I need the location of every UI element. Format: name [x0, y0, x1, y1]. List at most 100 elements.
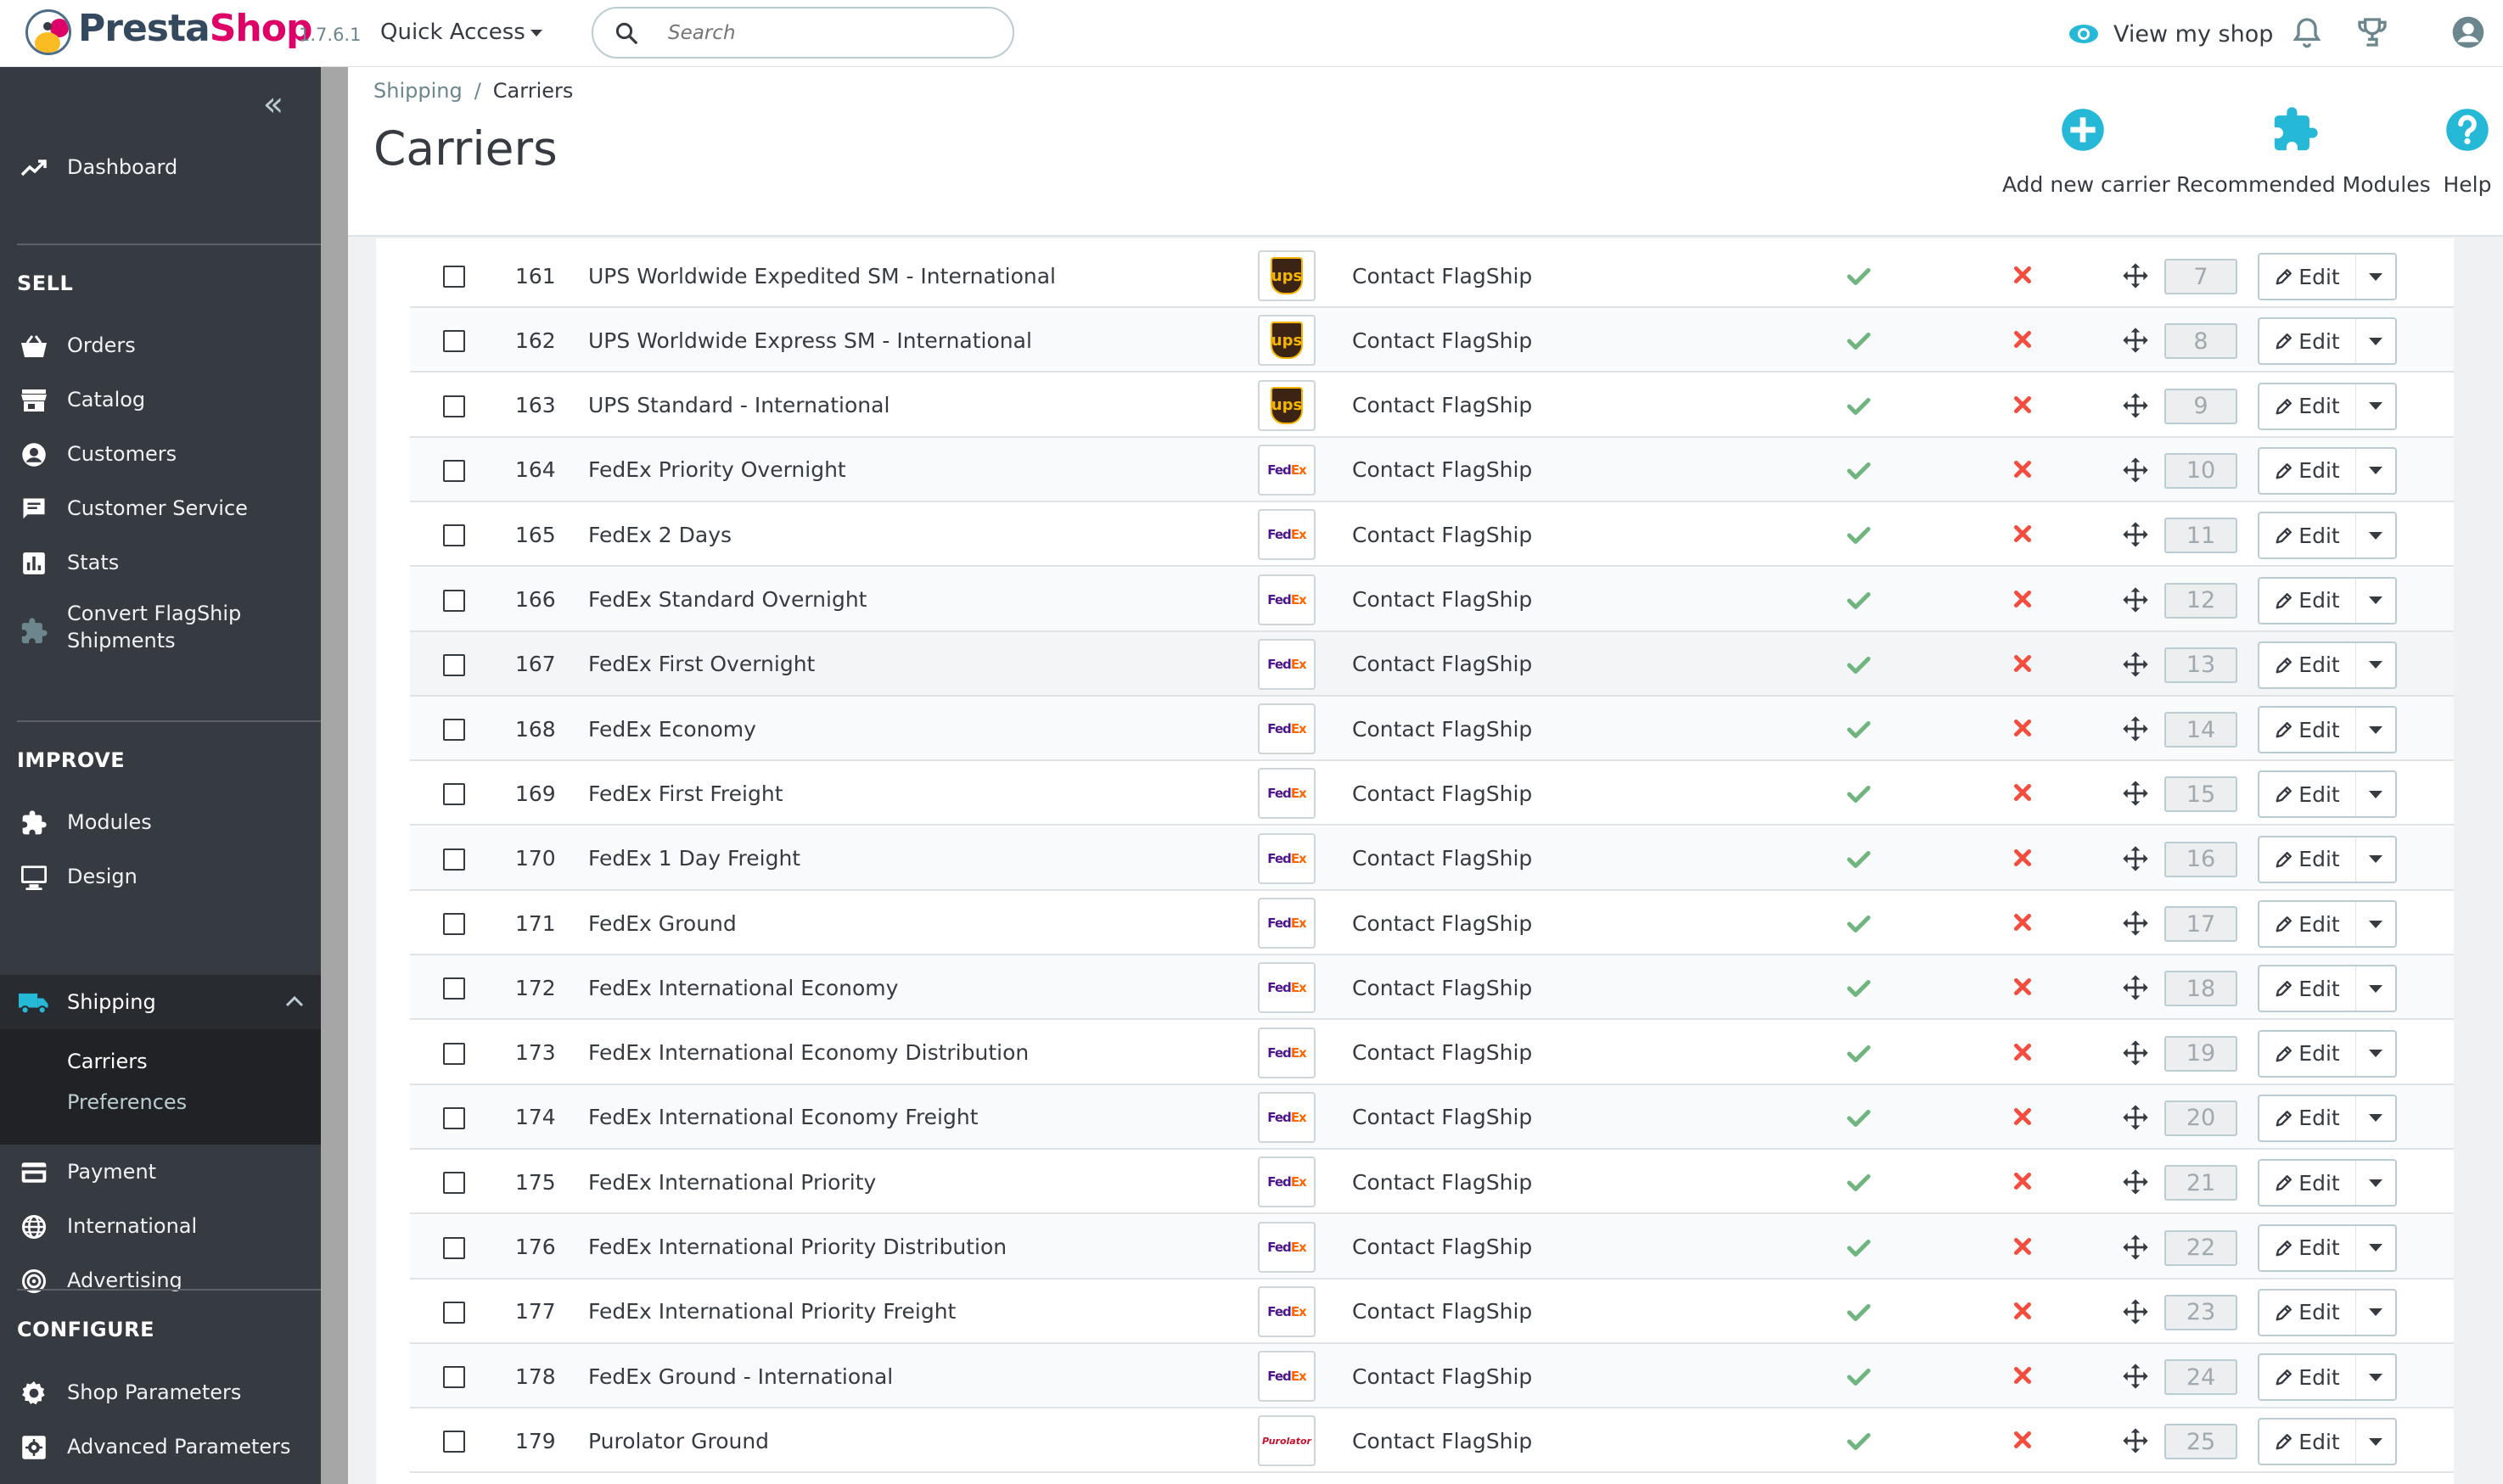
position-field[interactable]: 23 — [2164, 1294, 2237, 1330]
drag-move-icon[interactable] — [2122, 521, 2149, 548]
edit-button[interactable]: Edit — [2259, 1031, 2356, 1076]
row-select-checkbox[interactable] — [443, 653, 465, 676]
drag-move-icon[interactable] — [2122, 1363, 2149, 1390]
check-icon[interactable] — [1846, 781, 1872, 807]
row-select-checkbox[interactable] — [443, 1042, 465, 1065]
edit-button[interactable]: Edit — [2259, 772, 2356, 817]
sidebar-item-advanced-parameters[interactable]: Advanced Parameters — [0, 1423, 321, 1470]
row-select-checkbox[interactable] — [443, 1172, 465, 1195]
check-icon[interactable] — [1846, 523, 1872, 548]
row-actions-dropdown[interactable] — [2356, 708, 2395, 752]
row-actions-dropdown[interactable] — [2356, 902, 2395, 946]
check-icon[interactable] — [1846, 1300, 1872, 1325]
quick-access-dropdown[interactable]: Quick Access — [380, 20, 542, 45]
check-icon[interactable] — [1846, 717, 1872, 742]
position-field[interactable]: 18 — [2164, 971, 2237, 1007]
row-select-checkbox[interactable] — [443, 266, 465, 288]
edit-button[interactable]: Edit — [2259, 966, 2356, 1011]
row-select-checkbox[interactable] — [443, 1236, 465, 1259]
row-actions-dropdown[interactable] — [2356, 837, 2395, 882]
row-actions-dropdown[interactable] — [2356, 255, 2395, 299]
edit-button[interactable]: Edit — [2259, 1420, 2356, 1464]
row-select-checkbox[interactable] — [443, 459, 465, 482]
close-icon[interactable] — [2012, 1041, 2034, 1063]
edit-button[interactable]: Edit — [2259, 642, 2356, 687]
row-select-checkbox[interactable] — [443, 524, 465, 547]
row-actions-dropdown[interactable] — [2356, 579, 2395, 623]
drag-move-icon[interactable] — [2122, 1104, 2149, 1131]
position-field[interactable]: 13 — [2164, 647, 2237, 683]
check-icon[interactable] — [1846, 1106, 1872, 1131]
row-select-checkbox[interactable] — [443, 589, 465, 612]
sidebar-item-shipping[interactable]: Shipping — [0, 975, 321, 1029]
close-icon[interactable] — [2012, 1235, 2034, 1257]
row-actions-dropdown[interactable] — [2356, 1420, 2395, 1464]
sidebar-item-payment[interactable]: Payment — [0, 1148, 321, 1196]
edit-button[interactable]: Edit — [2259, 319, 2356, 364]
search-box[interactable] — [592, 7, 1014, 59]
sidebar-item-customers[interactable]: Customers — [0, 430, 321, 478]
row-actions-dropdown[interactable] — [2356, 643, 2395, 687]
check-icon[interactable] — [1846, 1041, 1872, 1067]
drag-move-icon[interactable] — [2122, 910, 2149, 937]
row-actions-dropdown[interactable] — [2356, 1291, 2395, 1335]
close-icon[interactable] — [2012, 328, 2034, 350]
drag-move-icon[interactable] — [2122, 1298, 2149, 1325]
sidebar-item-dashboard[interactable]: Dashboard — [0, 143, 321, 191]
close-icon[interactable] — [2012, 847, 2034, 869]
row-actions-dropdown[interactable] — [2356, 1355, 2395, 1399]
position-field[interactable]: 24 — [2164, 1359, 2237, 1396]
position-field[interactable]: 16 — [2164, 841, 2237, 877]
edit-button[interactable]: Edit — [2259, 1290, 2356, 1335]
close-icon[interactable] — [2012, 1170, 2034, 1192]
row-actions-dropdown[interactable] — [2356, 1096, 2395, 1140]
edit-button[interactable]: Edit — [2259, 1225, 2356, 1270]
breadcrumb-shipping-link[interactable]: Shipping — [373, 79, 463, 103]
row-select-checkbox[interactable] — [443, 330, 465, 353]
close-icon[interactable] — [2012, 588, 2034, 610]
position-field[interactable]: 21 — [2164, 1165, 2237, 1201]
row-actions-dropdown[interactable] — [2356, 1032, 2395, 1076]
add-new-carrier-button[interactable]: Add new carrier — [2002, 104, 2170, 197]
check-icon[interactable] — [1846, 328, 1872, 354]
sidebar-item-convert-flagship[interactable]: Convert FlagShip Shipments — [0, 602, 321, 652]
row-actions-dropdown[interactable] — [2356, 1161, 2395, 1205]
check-icon[interactable] — [1846, 1235, 1872, 1261]
position-field[interactable]: 11 — [2164, 518, 2237, 554]
submenu-item-preferences[interactable]: Preferences — [67, 1090, 187, 1114]
check-icon[interactable] — [1846, 652, 1872, 678]
drag-move-icon[interactable] — [2122, 1234, 2149, 1261]
drag-move-icon[interactable] — [2122, 262, 2149, 289]
close-icon[interactable] — [2012, 976, 2034, 998]
position-field[interactable]: 17 — [2164, 906, 2237, 942]
sidebar-item-catalog[interactable]: Catalog — [0, 376, 321, 423]
position-field[interactable]: 15 — [2164, 776, 2237, 813]
sidebar-item-advertising[interactable]: Advertising — [0, 1257, 321, 1304]
position-field[interactable]: 25 — [2164, 1424, 2237, 1460]
edit-button[interactable]: Edit — [2259, 902, 2356, 946]
edit-button[interactable]: Edit — [2259, 1355, 2356, 1400]
row-actions-dropdown[interactable] — [2356, 319, 2395, 363]
row-actions-dropdown[interactable] — [2356, 966, 2395, 1011]
row-select-checkbox[interactable] — [443, 848, 465, 871]
close-icon[interactable] — [2012, 781, 2034, 804]
drag-move-icon[interactable] — [2122, 780, 2149, 807]
trophy-icon[interactable] — [2355, 15, 2389, 49]
sidebar-scrollbar[interactable] — [321, 67, 348, 1484]
help-button[interactable]: Help — [2438, 104, 2497, 197]
row-select-checkbox[interactable] — [443, 1106, 465, 1129]
edit-button[interactable]: Edit — [2259, 513, 2356, 558]
check-icon[interactable] — [1846, 1170, 1872, 1196]
drag-move-icon[interactable] — [2122, 715, 2149, 742]
check-icon[interactable] — [1846, 976, 1872, 1001]
drag-move-icon[interactable] — [2122, 456, 2149, 484]
prestashop-logo[interactable] — [25, 9, 71, 55]
drag-move-icon[interactable] — [2122, 586, 2149, 613]
row-select-checkbox[interactable] — [443, 719, 465, 742]
row-select-checkbox[interactable] — [443, 783, 465, 806]
check-icon[interactable] — [1846, 847, 1872, 872]
brand-name[interactable]: PrestaShop — [78, 7, 312, 50]
close-icon[interactable] — [2012, 264, 2034, 286]
drag-move-icon[interactable] — [2122, 1168, 2149, 1196]
position-field[interactable]: 10 — [2164, 452, 2237, 489]
